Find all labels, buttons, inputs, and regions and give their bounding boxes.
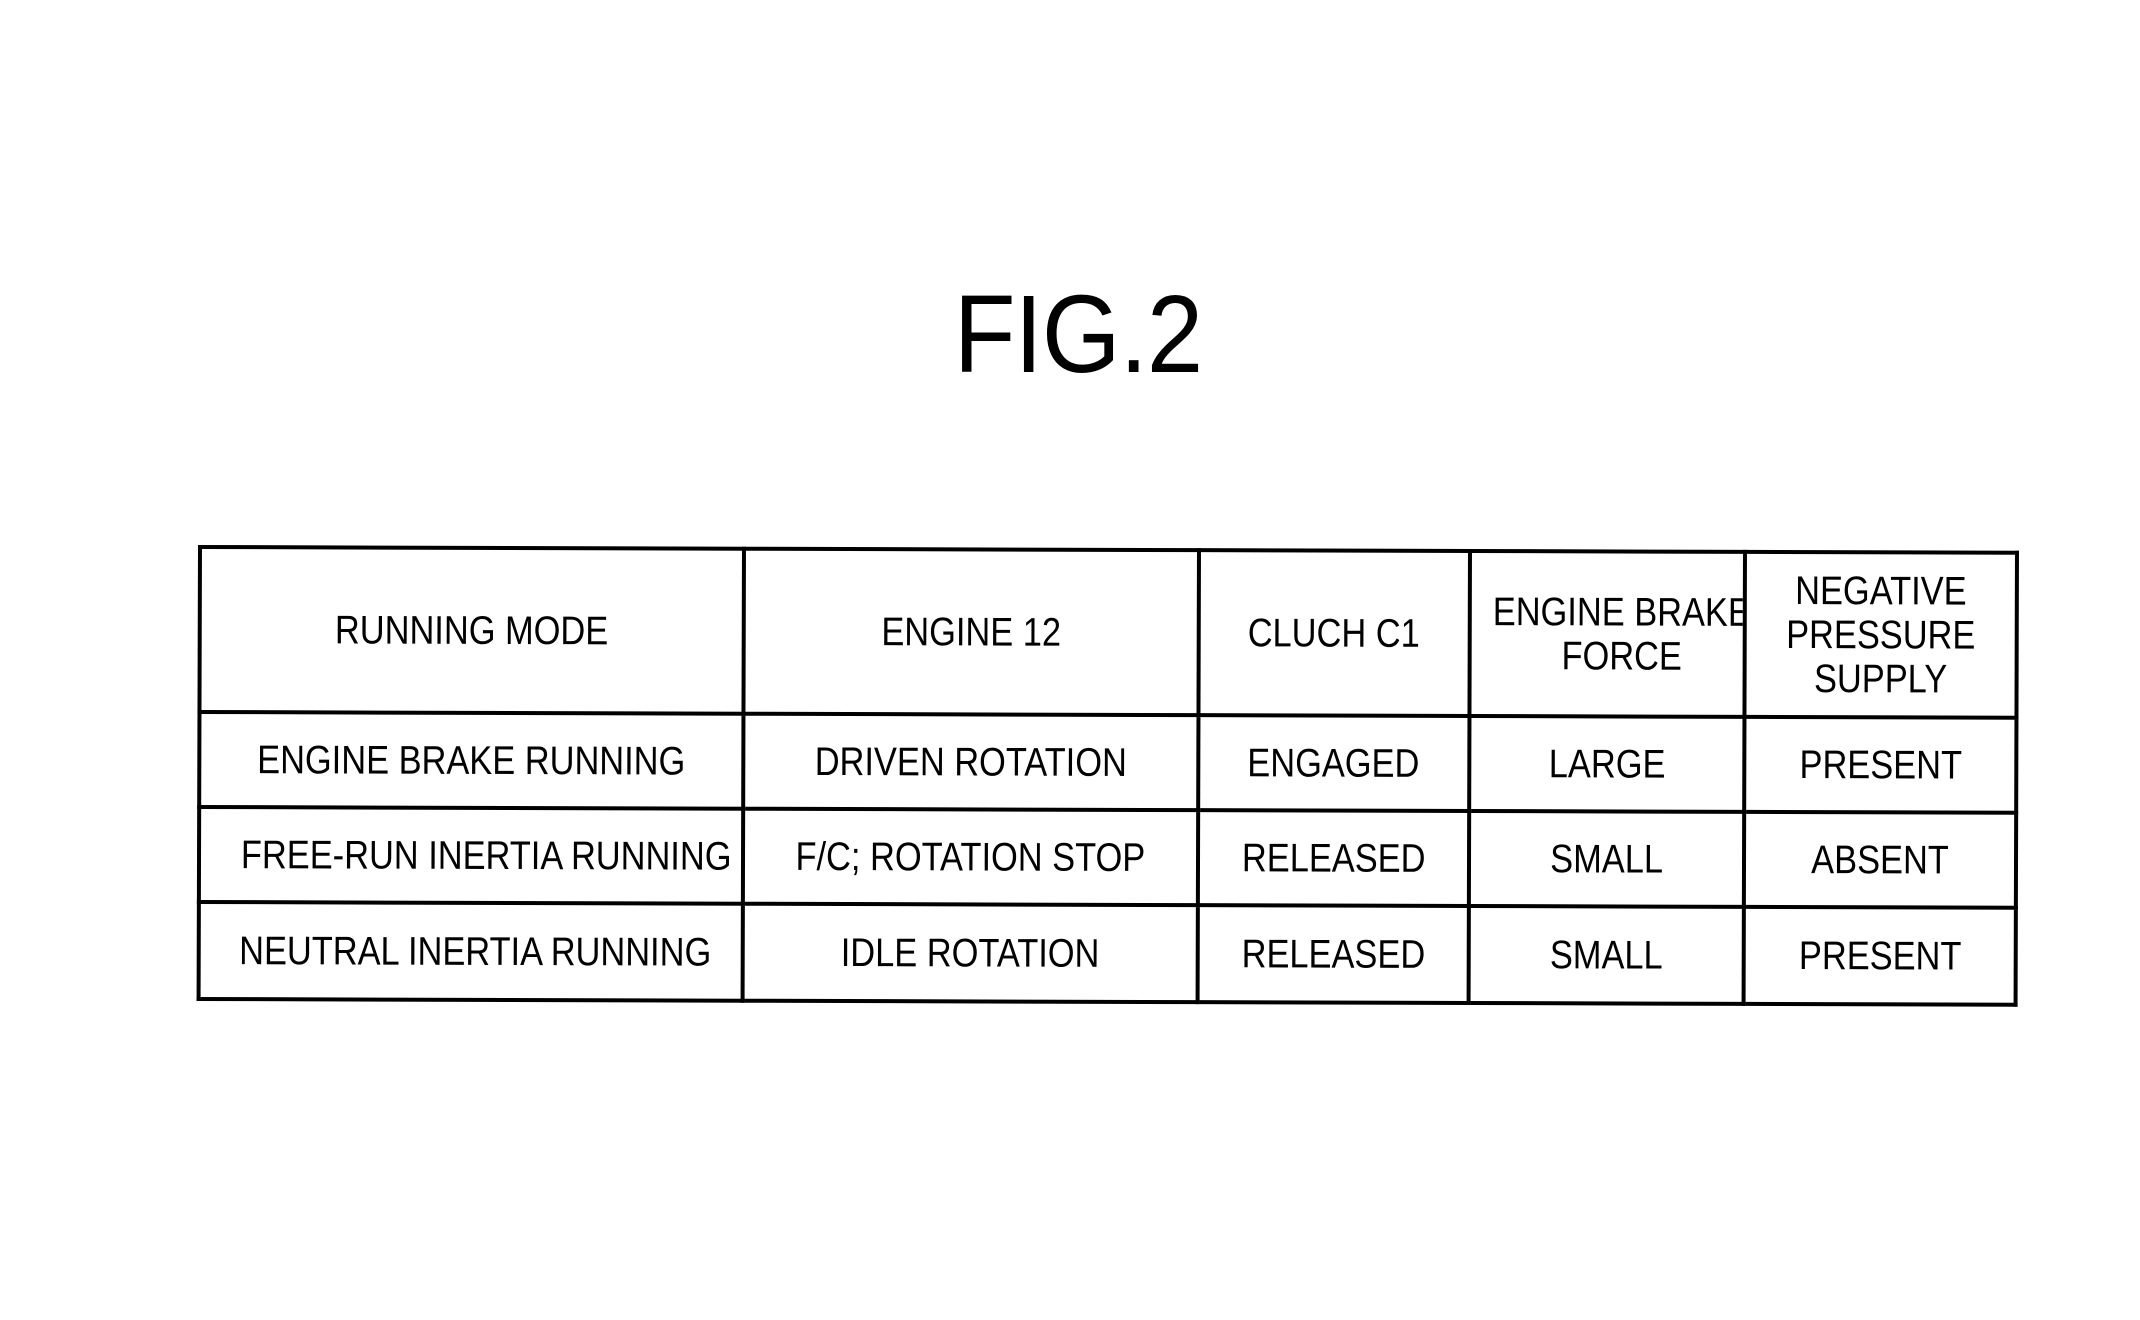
cell-running-mode: FREE-RUN INERTIA RUNNING <box>198 807 744 904</box>
cell-text: PRESENT <box>1799 742 1962 788</box>
cell-engine-12: DRIVEN ROTATION <box>743 713 1199 811</box>
figure-title: FIG.2 <box>953 273 1203 396</box>
header-engine-12-label: ENGINE 12 <box>881 609 1062 655</box>
cell-engine-brake-force: LARGE <box>1469 715 1745 812</box>
cell-engine-brake-force: SMALL <box>1468 905 1744 1004</box>
cell-clutch-c1: ENGAGED <box>1198 715 1470 811</box>
cell-clutch-c1: RELEASED <box>1197 810 1470 906</box>
header-engine-brake-force-line-2: FORCE <box>1561 633 1682 679</box>
cell-engine-12: IDLE ROTATION <box>742 903 1198 1003</box>
header-engine-brake-force-line-1: ENGINE BRAKE <box>1492 589 1745 635</box>
header-negative-pressure-supply: NEGATIVE PRESSURE SUPPLY <box>1744 551 2017 718</box>
cell-clutch-c1: RELEASED <box>1197 905 1469 1003</box>
cell-negative-pressure-supply: ABSENT <box>1743 811 2017 908</box>
table-row: FREE-RUN INERTIA RUNNING F/C; ROTATION S… <box>198 807 2017 908</box>
cell-text: DRIVEN ROTATION <box>814 739 1127 785</box>
cell-text: F/C; ROTATION STOP <box>795 834 1146 880</box>
cell-text: RELEASED <box>1241 835 1426 881</box>
cell-text: PRESENT <box>1798 933 1962 979</box>
cell-text: SMALL <box>1550 836 1663 882</box>
cell-text: ENGAGED <box>1247 740 1420 786</box>
cell-text: LARGE <box>1548 741 1666 787</box>
table-header-row: RUNNING MODE ENGINE 12 CLUCH C1 ENGINE B… <box>199 547 2017 718</box>
header-clutch-c1: CLUCH C1 <box>1198 550 1470 716</box>
header-negative-pressure-line-3: SUPPLY <box>1813 656 1948 701</box>
cell-text: IDLE ROTATION <box>840 930 1100 976</box>
header-engine-12: ENGINE 12 <box>743 548 1199 716</box>
header-negative-pressure-line-1: NEGATIVE <box>1795 568 1967 614</box>
running-mode-table-container: RUNNING MODE ENGINE 12 CLUCH C1 ENGINE B… <box>197 545 2017 1005</box>
cell-text: NEUTRAL INERTIA RUNNING <box>239 928 712 975</box>
header-clutch-c1-label: CLUCH C1 <box>1248 610 1421 656</box>
cell-engine-12: F/C; ROTATION STOP <box>742 808 1199 906</box>
header-negative-pressure-line-2: PRESSURE <box>1786 612 1976 658</box>
cell-engine-brake-force: SMALL <box>1468 810 1745 907</box>
table-row: NEUTRAL INERTIA RUNNING IDLE ROTATION RE… <box>198 902 2016 1005</box>
running-mode-table: RUNNING MODE ENGINE 12 CLUCH C1 ENGINE B… <box>197 545 2019 1007</box>
cell-text: ABSENT <box>1811 837 1949 883</box>
cell-text: SMALL <box>1549 932 1663 978</box>
cell-running-mode: NEUTRAL INERTIA RUNNING <box>198 902 743 1001</box>
cell-text: ENGINE BRAKE RUNNING <box>257 737 686 784</box>
cell-text: FREE-RUN INERTIA RUNNING <box>240 832 732 879</box>
table-row: ENGINE BRAKE RUNNING DRIVEN ROTATION ENG… <box>199 712 2017 813</box>
cell-running-mode: ENGINE BRAKE RUNNING <box>199 712 744 809</box>
header-engine-brake-force: ENGINE BRAKE FORCE <box>1469 550 1745 717</box>
cell-negative-pressure-supply: PRESENT <box>1743 906 2016 1005</box>
header-running-mode: RUNNING MODE <box>199 547 744 714</box>
header-running-mode-label: RUNNING MODE <box>335 607 609 653</box>
cell-negative-pressure-supply: PRESENT <box>1744 716 2017 813</box>
cell-text: RELEASED <box>1241 931 1426 977</box>
